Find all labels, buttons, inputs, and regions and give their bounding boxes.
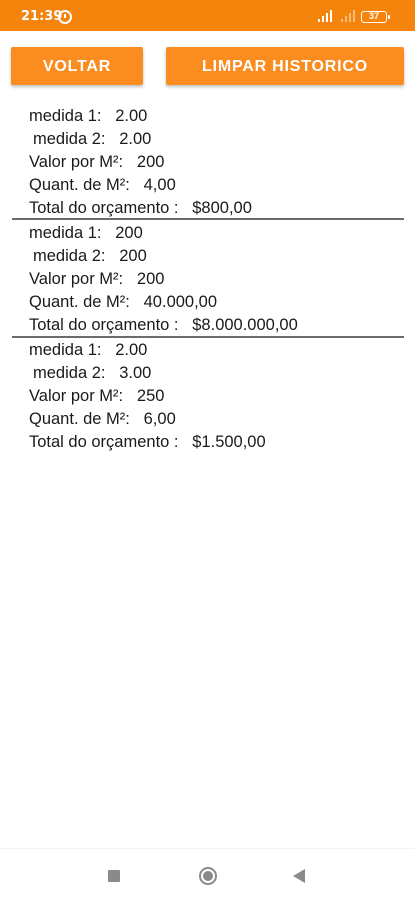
valor-m2-text: Valor por M²: 250: [29, 387, 165, 405]
alarm-icon: [58, 10, 72, 24]
home-icon[interactable]: [199, 867, 217, 885]
medida1-text: medida 1: 200: [29, 224, 143, 242]
valor-m2-text: Valor por M²: 200: [29, 153, 165, 171]
status-bar: 21:39 37: [0, 0, 415, 31]
history-entry: medida 1: 2.00 medida 2: 3.00 Valor por …: [0, 339, 415, 456]
battery-icon: 37: [361, 11, 390, 23]
navigation-bar: [0, 848, 415, 901]
recent-apps-icon[interactable]: [108, 870, 120, 882]
back-icon[interactable]: [293, 869, 305, 883]
total-text: Total do orçamento : $8.000.000,00: [29, 316, 298, 334]
status-time: 21:39: [21, 9, 63, 24]
history-entry: medida 1: 200 medida 2: 200 Valor por M²…: [0, 222, 415, 339]
quant-m2-text: Quant. de M²: 4,00: [29, 176, 176, 194]
medida1-text: medida 1: 2.00: [29, 341, 148, 359]
quant-m2-text: Quant. de M²: 6,00: [29, 410, 176, 428]
signal-icon-secondary: [341, 10, 358, 22]
entry-divider: [12, 218, 404, 220]
total-text: Total do orçamento : $800,00: [29, 199, 252, 217]
history-list: medida 1: 2.00 medida 2: 2.00 Valor por …: [0, 105, 415, 456]
medida2-text: medida 2: 200: [33, 247, 147, 265]
signal-icon: [318, 10, 335, 22]
clear-history-button[interactable]: LIMPAR HISTORICO: [166, 47, 404, 85]
total-text: Total do orçamento : $1.500,00: [29, 433, 266, 451]
medida2-text: medida 2: 3.00: [33, 364, 152, 382]
quant-m2-text: Quant. de M²: 40.000,00: [29, 293, 218, 311]
medida2-text: medida 2: 2.00: [33, 130, 152, 148]
entry-divider: [12, 336, 404, 338]
history-entry: medida 1: 2.00 medida 2: 2.00 Valor por …: [0, 105, 415, 222]
valor-m2-text: Valor por M²: 200: [29, 270, 165, 288]
back-button[interactable]: VOLTAR: [11, 47, 143, 85]
medida1-text: medida 1: 2.00: [29, 107, 148, 125]
